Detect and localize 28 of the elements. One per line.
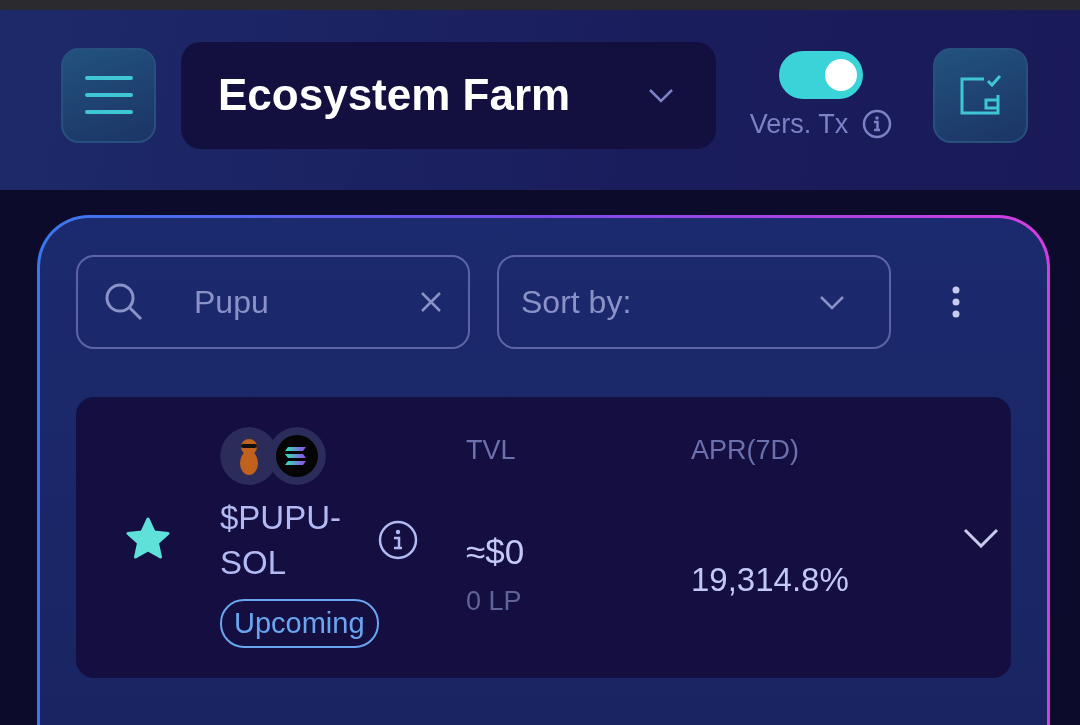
chevron-down-icon [648, 87, 674, 103]
menu-button[interactable] [61, 47, 156, 143]
toggle-switch[interactable] [779, 50, 863, 99]
sort-input[interactable]: Sort by: [499, 283, 799, 321]
close-icon[interactable] [420, 291, 442, 313]
wallet-check-icon [958, 73, 1003, 117]
pair-name: $PUPU-SOL [220, 498, 343, 583]
search-field[interactable]: Pupu [76, 255, 470, 349]
search-icon [104, 282, 144, 322]
toggle-label: Vers. Tx [749, 108, 849, 140]
column-label: TVL [466, 435, 517, 466]
sort-dropdown[interactable]: Sort by: [497, 255, 891, 349]
tvl-value: ≈$0 [466, 532, 526, 572]
column-label: APR(7D) [691, 435, 800, 466]
menu-icon [84, 75, 133, 115]
chevron-down-icon [819, 294, 845, 310]
more-options-icon[interactable] [952, 286, 960, 318]
search-input[interactable]: Pupu [164, 283, 400, 321]
status-badge: Upcoming [220, 599, 379, 648]
info-icon[interactable] [378, 520, 418, 560]
farm-name: Ecosystem Farm [218, 70, 571, 120]
apr-value: 19,314.8% [691, 561, 850, 599]
info-icon[interactable] [862, 109, 893, 139]
wallet-button[interactable] [933, 47, 1028, 143]
farm-dropdown[interactable]: Ecosystem Farm [181, 41, 716, 149]
chevron-down-icon[interactable] [963, 527, 999, 548]
lp-amount: 0 LP [466, 586, 523, 617]
star-icon[interactable] [126, 516, 170, 559]
